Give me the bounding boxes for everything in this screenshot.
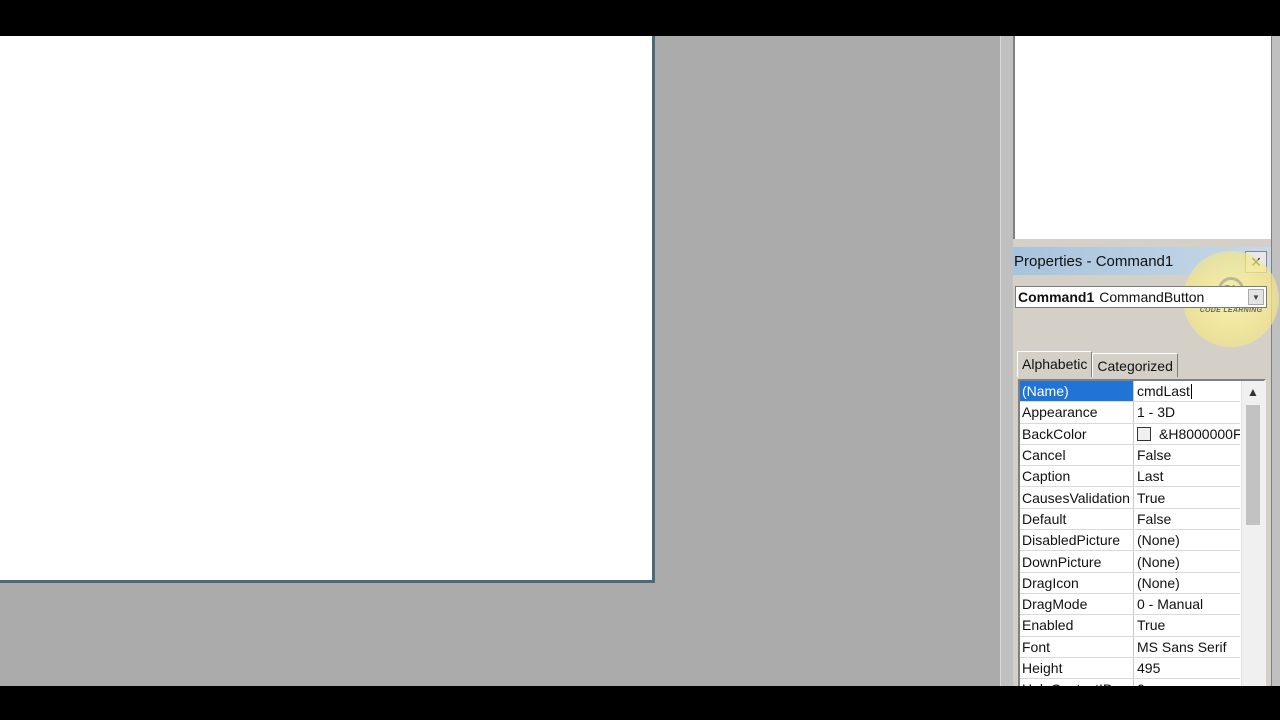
property-row[interactable]: Caption Last (1020, 466, 1240, 488)
property-row[interactable]: BackColor &H8000000F (1020, 423, 1240, 445)
property-row[interactable]: (Name) cmdLast (1020, 381, 1240, 403)
form-designer-canvas[interactable] (0, 36, 655, 583)
property-value[interactable]: 0 (1134, 679, 1240, 686)
tab-alphabetic[interactable]: Alphabetic (1017, 351, 1093, 377)
property-name[interactable]: CausesValidation (1020, 487, 1134, 508)
property-row[interactable]: Enabled True (1020, 615, 1240, 637)
properties-title: Properties - Command1 (1014, 252, 1174, 270)
property-row[interactable]: DownPicture (None) (1020, 551, 1240, 573)
property-row[interactable]: Cancel False (1020, 444, 1240, 467)
property-name[interactable]: DownPicture (1020, 551, 1134, 572)
property-value[interactable]: (None) (1134, 530, 1240, 550)
property-value[interactable]: (None) (1134, 551, 1240, 571)
property-row[interactable]: Default False (1020, 508, 1240, 531)
chevron-down-icon[interactable]: ▼ (1248, 289, 1264, 305)
property-row[interactable]: Font MS Sans Serif (1020, 636, 1240, 658)
property-name[interactable]: DragIcon (1020, 572, 1134, 593)
property-name[interactable]: (Name) (1020, 381, 1134, 402)
property-row[interactable]: CausesValidation True (1020, 487, 1240, 509)
property-value[interactable]: False (1134, 445, 1240, 465)
property-row[interactable]: Appearance 1 - 3D (1020, 402, 1240, 424)
property-grid: (Name) cmdLast Appearance 1 - 3D BackColor &H… (1018, 379, 1266, 686)
color-swatch (1137, 426, 1151, 441)
property-name[interactable]: Appearance (1020, 402, 1134, 423)
tab-categorized[interactable]: Categorized (1092, 353, 1178, 377)
property-value[interactable]: False (1134, 509, 1240, 529)
properties-titlebar[interactable]: Properties - Command1 × (1013, 247, 1271, 275)
property-name[interactable]: BackColor (1020, 423, 1134, 444)
property-name[interactable]: DragMode (1020, 593, 1134, 615)
properties-tabs: Alphabetic Categorized (1017, 351, 1178, 377)
property-scrollbar[interactable]: ▲ ▼ (1241, 381, 1264, 686)
property-value[interactable]: (None) (1134, 573, 1240, 593)
object-name: Command1 (1018, 289, 1095, 305)
property-row[interactable]: Height 495 (1020, 657, 1240, 680)
chevron-up-icon[interactable]: ▲ (1242, 383, 1264, 401)
property-name[interactable]: Enabled (1020, 615, 1134, 636)
close-icon: × (1250, 252, 1262, 272)
property-value[interactable]: 0 - Manual (1134, 594, 1240, 614)
property-list: (Name) cmdLast Appearance 1 - 3D BackColor &H… (1020, 381, 1240, 686)
property-value[interactable]: True (1134, 487, 1240, 507)
ide-workspace: Properties - Command1 × CL CODE LEARNING… (0, 36, 1280, 686)
property-value[interactable]: 495 (1134, 658, 1240, 678)
properties-window: Properties - Command1 × CL CODE LEARNING… (1013, 239, 1279, 686)
window-edge (1271, 36, 1280, 686)
property-name[interactable]: Caption (1020, 466, 1134, 487)
object-type: CommandButton (1099, 289, 1205, 305)
scrollbar-thumb[interactable] (1246, 405, 1260, 525)
property-row[interactable]: DisabledPicture (None) (1020, 530, 1240, 552)
property-name[interactable]: Font (1020, 636, 1134, 657)
property-name[interactable]: Cancel (1020, 444, 1134, 466)
property-row[interactable]: HelpContextID0 (1020, 679, 1240, 686)
property-name[interactable]: DisabledPicture (1020, 530, 1134, 551)
chevron-down-icon[interactable]: ▼ (1242, 682, 1264, 686)
property-value-input[interactable]: cmdLast (1134, 381, 1240, 401)
property-value-text: &H8000000F (1159, 425, 1240, 442)
property-value[interactable]: &H8000000F (1134, 424, 1240, 444)
property-name[interactable]: Default (1020, 508, 1134, 530)
property-row[interactable]: DragIcon (None) (1020, 572, 1240, 594)
object-selector[interactable]: Command1 CommandButton ▼ (1015, 286, 1267, 308)
property-value[interactable]: True (1134, 615, 1240, 635)
project-explorer-pane (1013, 36, 1271, 239)
property-name[interactable]: Height (1020, 657, 1134, 679)
property-value[interactable]: 1 - 3D (1134, 402, 1240, 422)
property-value[interactable]: MS Sans Serif (1134, 637, 1240, 657)
pane-splitter[interactable] (1000, 36, 1013, 686)
close-button[interactable]: × (1245, 251, 1267, 273)
property-row[interactable]: DragMode 0 - Manual (1020, 593, 1240, 616)
property-value[interactable]: Last (1134, 466, 1240, 486)
property-name[interactable]: HelpContextID (1020, 679, 1134, 686)
